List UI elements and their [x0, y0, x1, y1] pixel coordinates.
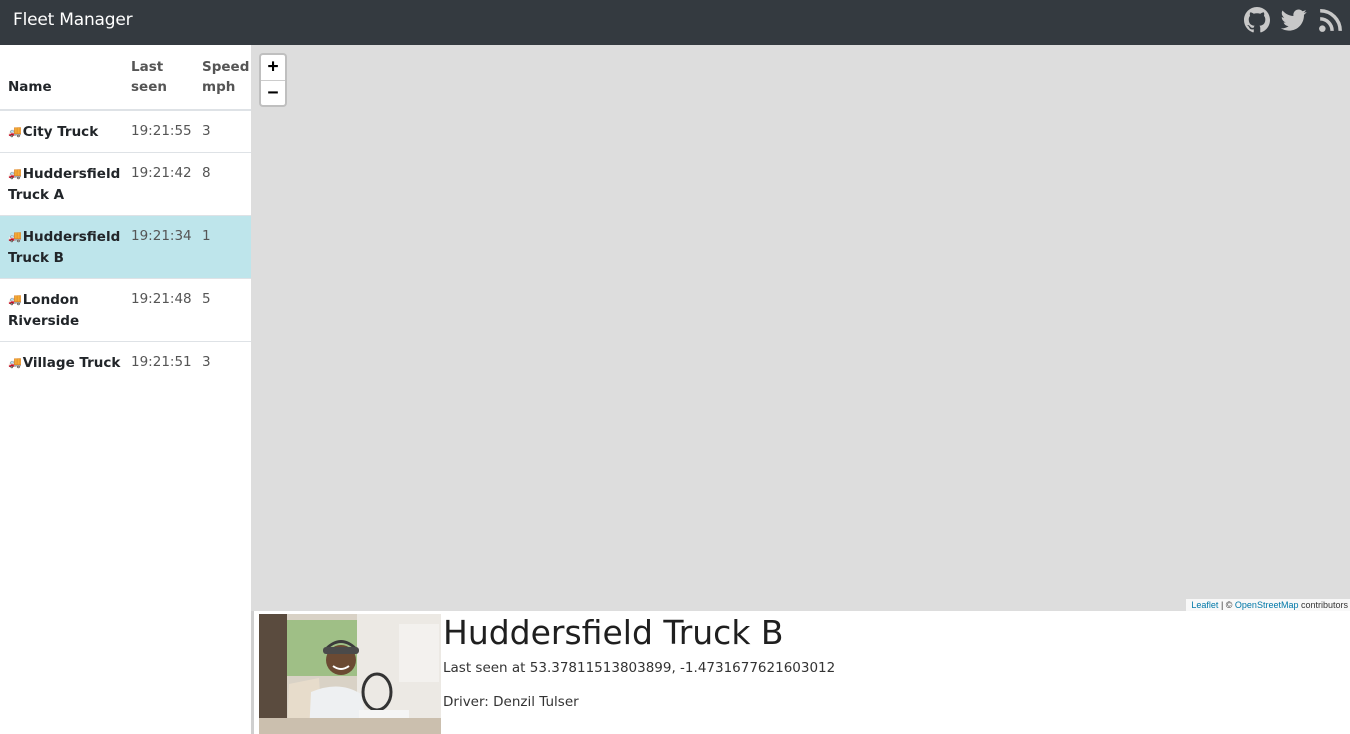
vehicle-name-cell[interactable]: 🚚Huddersfield Truck B — [0, 215, 131, 279]
last-seen-cell: 19:21:42 — [131, 152, 202, 216]
table-header-row: Name Last seen Speed mph — [0, 45, 251, 111]
vehicle-title: Huddersfield Truck B — [443, 613, 784, 652]
vehicle-name-cell[interactable]: 🚚London Riverside — [0, 278, 131, 342]
last-seen-cell: 19:21:55 — [131, 109, 202, 153]
attribution-tail: contributors — [1298, 600, 1348, 610]
table-row[interactable]: 🚚London Riverside 19:21:48 5 — [0, 278, 251, 342]
map-canvas[interactable]: + − Leaflet | © OpenStreetMap contributo… — [251, 45, 1350, 611]
table-row[interactable]: 🚚Village Truck 19:21:51 3 — [0, 341, 251, 383]
truck-icon: 🚚 — [8, 125, 22, 138]
vehicle-driver: Driver: Denzil Tulser — [443, 694, 579, 710]
vehicle-name: Huddersfield Truck B — [8, 229, 121, 266]
vehicle-name-cell[interactable]: 🚚City Truck — [0, 109, 131, 153]
speed-cell: 3 — [202, 341, 251, 383]
rss-icon[interactable] — [1318, 7, 1344, 33]
vehicle-name: Village Truck — [22, 355, 121, 371]
truck-icon: 🚚 — [8, 356, 22, 369]
zoom-in-button[interactable]: + — [261, 55, 285, 80]
vehicle-details-panel: Huddersfield Truck B Last seen at 53.378… — [251, 611, 1350, 734]
zoom-control: + − — [259, 53, 287, 107]
map-attribution: Leaflet | © OpenStreetMap contributors — [1186, 599, 1350, 611]
vehicle-table: Name Last seen Speed mph 🚚City Truck 19:… — [0, 45, 251, 383]
truck-icon: 🚚 — [8, 230, 22, 243]
vehicle-name-cell[interactable]: 🚚Village Truck — [0, 341, 131, 383]
navbar: Fleet Manager — [0, 0, 1350, 45]
driver-photo — [259, 614, 441, 734]
vehicle-name-cell[interactable]: 🚚Huddersfield Truck A — [0, 152, 131, 216]
vehicle-name: Huddersfield Truck A — [8, 166, 121, 203]
nav-icon-group — [1244, 7, 1344, 33]
app-title[interactable]: Fleet Manager — [13, 10, 133, 30]
openstreetmap-link[interactable]: OpenStreetMap — [1235, 600, 1299, 610]
truck-icon: 🚚 — [8, 167, 22, 180]
last-seen-cell: 19:21:48 — [131, 278, 202, 342]
vehicle-last-seen: Last seen at 53.37811513803899, -1.47316… — [443, 660, 836, 676]
speed-cell: 1 — [202, 215, 251, 279]
zoom-out-button[interactable]: − — [261, 80, 285, 105]
speed-cell: 8 — [202, 152, 251, 216]
column-header-name: Name — [0, 45, 131, 111]
attribution-separator: | © — [1218, 600, 1235, 610]
vehicle-name: City Truck — [22, 124, 99, 140]
twitter-icon[interactable] — [1281, 7, 1307, 33]
speed-cell: 5 — [202, 278, 251, 342]
vehicle-list-panel: Name Last seen Speed mph 🚚City Truck 19:… — [0, 45, 251, 734]
table-row-selected[interactable]: 🚚Huddersfield Truck B 19:21:34 1 — [0, 215, 251, 279]
truck-icon: 🚚 — [8, 293, 22, 306]
github-icon[interactable] — [1244, 7, 1270, 33]
column-header-speed: Speed mph — [202, 45, 251, 111]
table-row[interactable]: 🚚Huddersfield Truck A 19:21:42 8 — [0, 152, 251, 216]
speed-cell: 3 — [202, 109, 251, 153]
table-row[interactable]: 🚚City Truck 19:21:55 3 — [0, 109, 251, 153]
leaflet-link[interactable]: Leaflet — [1191, 600, 1218, 610]
last-seen-cell: 19:21:34 — [131, 215, 202, 279]
last-seen-cell: 19:21:51 — [131, 341, 202, 383]
column-header-last-seen: Last seen — [131, 45, 202, 111]
